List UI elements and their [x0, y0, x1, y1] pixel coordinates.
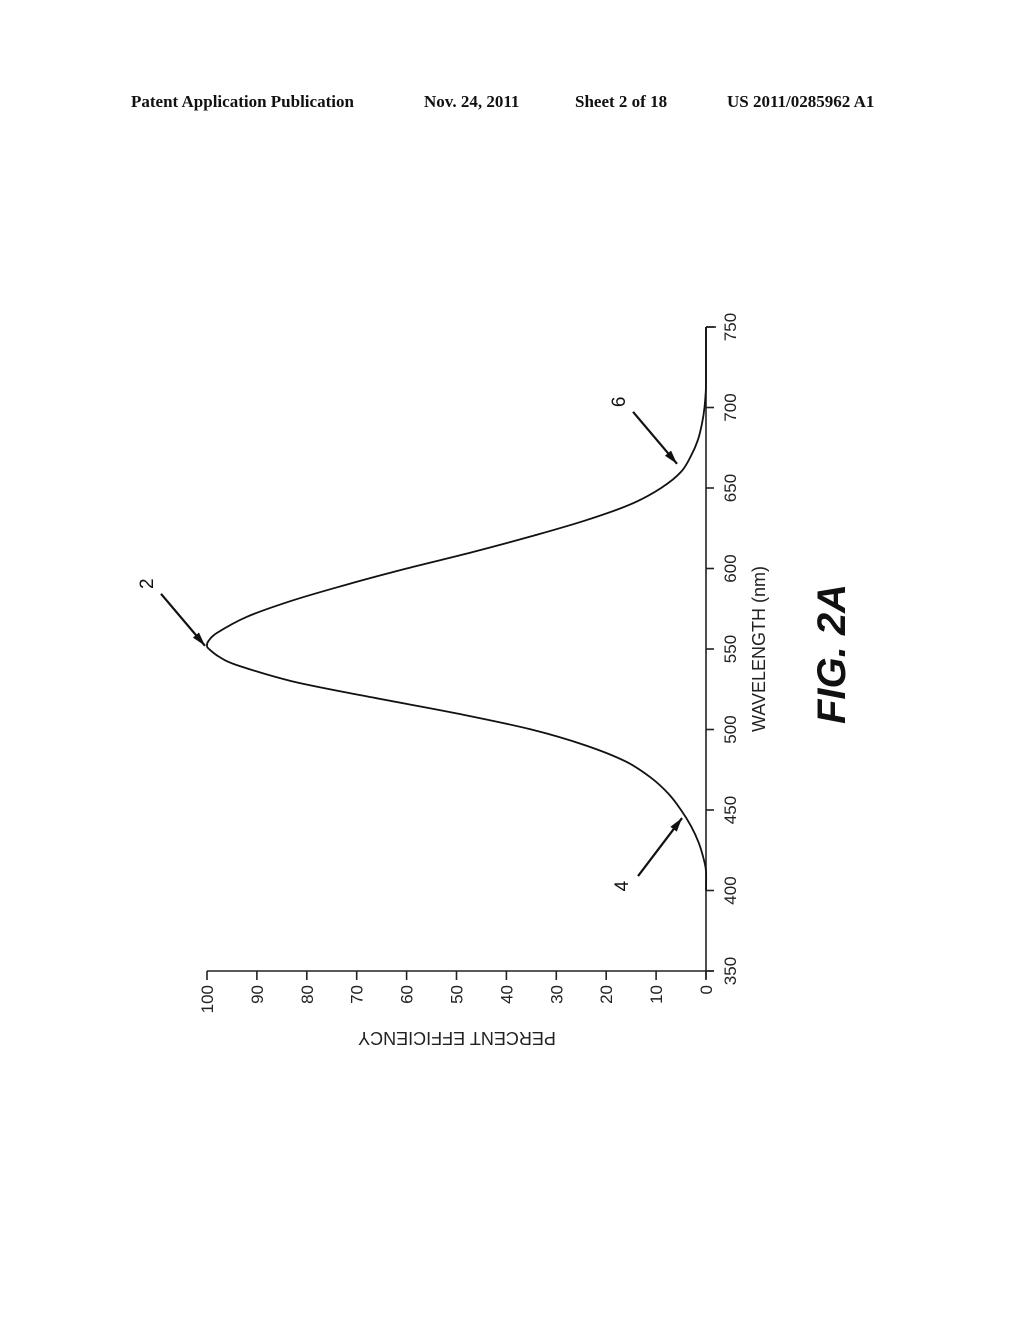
- x-tick-label: 450: [721, 796, 740, 824]
- y-tick-label: 60: [398, 985, 417, 1004]
- x-tick-label: 500: [721, 715, 740, 743]
- efficiency-curve: [206, 327, 708, 891]
- y-tick-label: 40: [497, 985, 516, 1004]
- x-tick-label: 550: [721, 635, 740, 663]
- annotation-label-4: 4: [612, 880, 633, 891]
- y-axis-title: PERCENT EFFICIENCY: [358, 1028, 556, 1048]
- y-tick-label: 0: [697, 985, 716, 994]
- figure-label: FIG. 2A: [810, 584, 854, 724]
- y-tick-label: 90: [248, 985, 267, 1004]
- chart-axes: [207, 326, 716, 979]
- x-tick-label: 600: [721, 554, 740, 582]
- y-tick-label: 100: [198, 985, 217, 1013]
- y-tick-label: 80: [298, 985, 317, 1004]
- annotation-label-6: 6: [609, 397, 630, 408]
- x-tick-label: 700: [721, 393, 740, 421]
- x-tick-label: 750: [721, 313, 740, 341]
- y-tick-label: 70: [348, 985, 367, 1004]
- y-tick-label: 50: [448, 985, 467, 1004]
- chart-ticks: 350 400 450 500 550 600 650 700 750 0 10 20 30 40 50 60…: [198, 313, 740, 1014]
- y-tick-label: 20: [597, 985, 616, 1004]
- efficiency-chart: 350 400 450 500 550 600 650 700 750 0 10 20 30 40 50 60…: [137, 313, 854, 1048]
- y-tick-label: 30: [547, 985, 566, 1004]
- annotation-label-2: 2: [137, 578, 158, 589]
- x-tick-label: 400: [721, 876, 740, 904]
- chart-series: [206, 327, 708, 891]
- y-tick-label: 10: [647, 985, 666, 1004]
- x-axis-title: WAVELENGTH (nm): [749, 566, 769, 732]
- chart-annotations: 2 4 6: [137, 397, 683, 891]
- x-tick-label: 350: [721, 957, 740, 985]
- x-tick-label: 650: [721, 474, 740, 502]
